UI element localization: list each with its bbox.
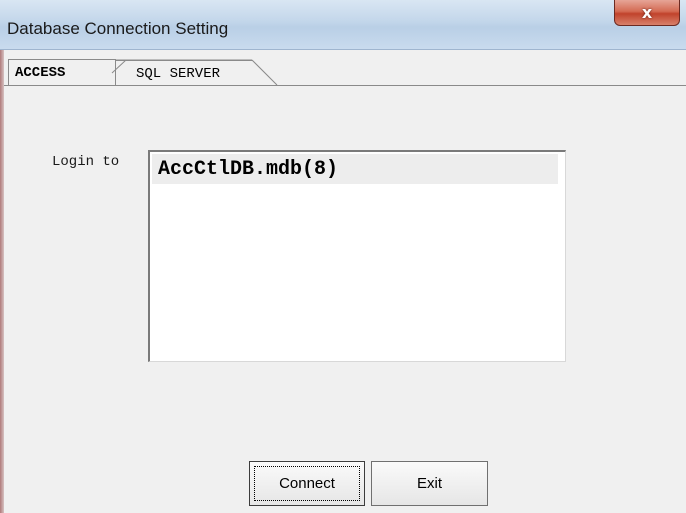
exit-button[interactable]: Exit [371,461,488,506]
dialog-window: Database Connection Setting x ACCESS SQL… [0,0,686,513]
database-list[interactable]: AccCtlDB.mdb(8) [148,150,566,362]
exit-button-label: Exit [416,475,442,492]
close-icon: x [641,3,653,22]
tab-access[interactable]: ACCESS [8,59,116,85]
list-item[interactable]: AccCtlDB.mdb(8) [152,154,558,184]
tab-sql-server-label: SQL SERVER [136,66,221,82]
connect-button[interactable]: Connect [249,461,365,506]
window-title: Database Connection Setting [7,19,229,38]
title-bar[interactable]: Database Connection Setting x [0,0,686,50]
login-label: Login to [52,154,120,170]
tab-access-label: ACCESS [15,65,66,81]
focus-rectangle [254,466,360,501]
tab-sql-server[interactable]: SQL SERVER [112,60,276,85]
close-button[interactable]: x [614,0,680,26]
database-name: AccCtlDB.mdb(8) [158,158,339,181]
